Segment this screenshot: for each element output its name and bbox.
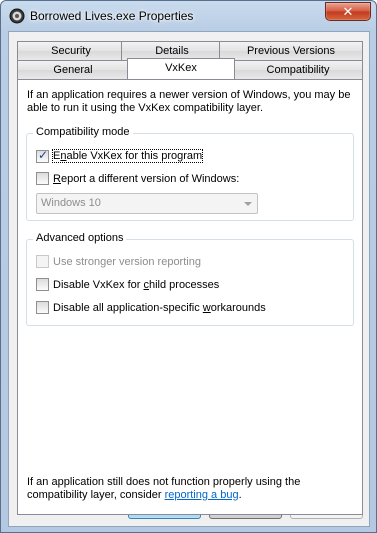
footer-text: If an application still does not functio… [27, 476, 301, 501]
report-version-label[interactable]: Report a different version of Windows: [53, 173, 239, 185]
disable-workarounds-label[interactable]: Disable all application-specific workaro… [53, 302, 266, 314]
stronger-reporting-label: Use stronger version reporting [53, 256, 201, 268]
properties-window: Borrowed Lives.exe Properties ✕ Security… [0, 0, 377, 533]
tab-previous-versions[interactable]: Previous Versions [219, 41, 363, 60]
stronger-reporting-checkbox[interactable] [36, 255, 49, 268]
advanced-options-group: Advanced options Use stronger version re… [26, 232, 354, 326]
windows-version-select[interactable]: Windows 10 [36, 193, 258, 214]
chevron-down-icon [244, 202, 252, 206]
app-icon [9, 8, 25, 24]
checkmark-icon: ✓ [37, 148, 49, 162]
enable-vxkex-checkbox[interactable]: ✓ [36, 148, 49, 163]
tab-security[interactable]: Security [17, 41, 125, 60]
report-bug-link[interactable]: reporting a bug [165, 489, 239, 501]
disable-workarounds-checkbox[interactable] [36, 301, 49, 314]
enable-vxkex-label[interactable]: Enable VxKex for this program [51, 149, 204, 163]
tab-panel-vxkex: If an application requires a newer versi… [17, 79, 363, 515]
disable-child-processes-checkbox[interactable] [36, 278, 49, 291]
tab-compatibility[interactable]: Compatibility [233, 60, 363, 79]
windows-version-value: Windows 10 [41, 197, 101, 209]
report-version-checkbox[interactable] [36, 172, 49, 185]
title-bar[interactable]: Borrowed Lives.exe Properties ✕ [1, 1, 376, 31]
tab-vxkex[interactable]: VxKex [127, 58, 235, 79]
tab-general[interactable]: General [17, 60, 129, 79]
group-title: Advanced options [33, 232, 127, 244]
group-title: Compatibility mode [33, 126, 133, 138]
dialog-client: Security Details Previous Versions Gener… [8, 31, 370, 527]
compatibility-mode-group: Compatibility mode ✓ Enable VxKex for th… [26, 126, 354, 221]
window-title: Borrowed Lives.exe Properties [30, 9, 194, 23]
disable-child-processes-label[interactable]: Disable VxKex for child processes [53, 279, 219, 291]
close-button[interactable]: ✕ [325, 2, 371, 21]
intro-text: If an application requires a newer versi… [27, 89, 351, 114]
